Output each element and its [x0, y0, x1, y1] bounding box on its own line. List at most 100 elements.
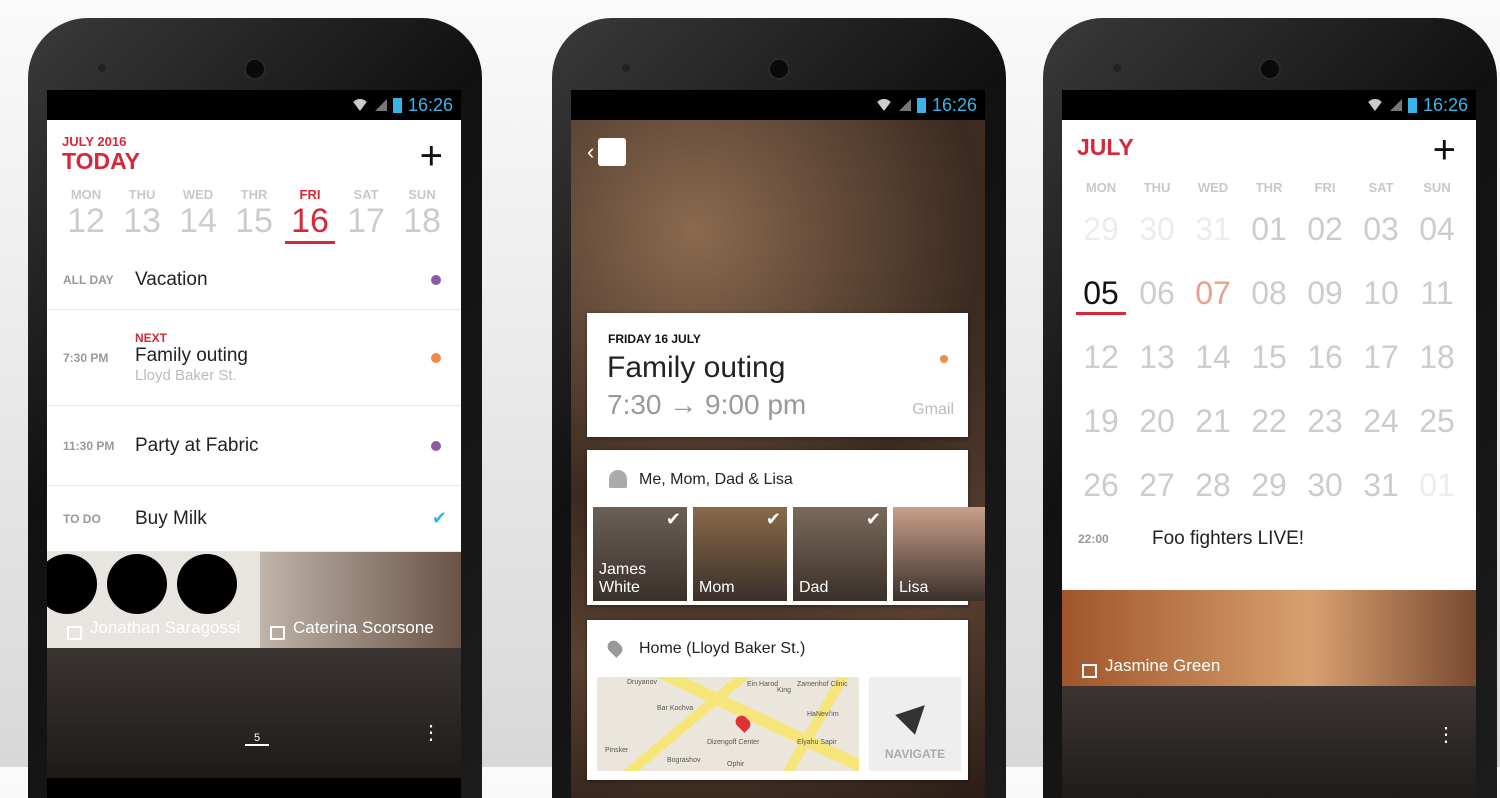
day-cell[interactable]: 15: [1244, 339, 1294, 387]
event-time: 22:00: [1078, 532, 1109, 546]
day-cell[interactable]: 31: [1188, 211, 1238, 259]
header: JULY 2016 TODAY + MON 12 THU 13 WED 14 THR 15 FR…: [47, 120, 461, 250]
weekday-label: FRI: [299, 187, 321, 202]
day-cell[interactable]: 30: [1132, 211, 1182, 259]
day-cell[interactable]: 26: [1076, 467, 1126, 515]
day-cell[interactable]: 25: [1412, 403, 1462, 451]
day-cell[interactable]: 27: [1132, 467, 1182, 515]
day-13[interactable]: THU 13: [117, 187, 167, 244]
birthday-card[interactable]: Jasmine Green: [1062, 590, 1476, 686]
location-label[interactable]: Home (Lloyd Baker St.): [639, 640, 805, 658]
weekday-label: WED: [182, 187, 214, 202]
day-18[interactable]: SUN 18: [397, 187, 447, 244]
date-number: 24: [1363, 403, 1399, 439]
date-number: 10: [1363, 275, 1399, 311]
wifi-icon: [874, 99, 893, 111]
day-14[interactable]: WED 14: [173, 187, 223, 244]
navigate-button[interactable]: NAVIGATE: [869, 677, 961, 771]
add-event-button[interactable]: +: [1433, 130, 1456, 170]
day-cell[interactable]: 07: [1188, 275, 1238, 323]
event-title[interactable]: Foo fighters LIVE!: [1152, 528, 1304, 550]
week-row: 26 27 28 29 30 31 01: [1062, 467, 1476, 515]
attendee-photo[interactable]: ✔ Mom: [693, 507, 787, 601]
attendee-photo[interactable]: ✔ James White: [593, 507, 687, 601]
phone-3: 16:26 JULY + MON THU WED THR FRI SAT SUN 29 30 31…: [1043, 18, 1497, 798]
check-icon[interactable]: ✔: [432, 508, 447, 529]
event-title: Buy Milk: [135, 507, 207, 529]
day-cell[interactable]: 23: [1300, 403, 1350, 451]
calendar-color-dot: [940, 355, 948, 363]
month-grid: MON THU WED THR FRI SAT SUN 29 30 31 01 02 03 04 05 06 0…: [1062, 180, 1476, 515]
weekday-label: FRI: [1314, 180, 1336, 195]
day-cell[interactable]: 12: [1076, 339, 1126, 387]
day-cell[interactable]: 17: [1356, 339, 1406, 387]
day-cell[interactable]: 22: [1244, 403, 1294, 451]
map-label: HaNevi'im: [807, 711, 839, 718]
back-button[interactable]: ‹: [587, 138, 627, 166]
event-time: ALL DAY: [63, 272, 114, 287]
sensor: [622, 64, 630, 72]
weekday-label: SUN: [408, 187, 436, 202]
map[interactable]: Druyanov Pinsker Bar Kochva Dizengoff Cente…: [597, 677, 859, 771]
map-label: Ein Harod: [747, 681, 779, 688]
avatar-dots: [47, 554, 237, 614]
date-number: 14: [1195, 339, 1231, 375]
date-number: 03: [1363, 211, 1399, 247]
day-cell[interactable]: 09: [1300, 275, 1350, 323]
camera: [246, 60, 264, 78]
add-event-button[interactable]: +: [420, 136, 443, 176]
day-cell[interactable]: 10: [1356, 275, 1406, 323]
navigate-label: NAVIGATE: [884, 747, 946, 761]
day-cell[interactable]: 31: [1356, 467, 1406, 515]
day-cell[interactable]: 14: [1188, 339, 1238, 387]
day-cell[interactable]: 21: [1188, 403, 1238, 451]
sensor: [98, 64, 106, 72]
day-cell[interactable]: 24: [1356, 403, 1406, 451]
event-row[interactable]: 7:30 PM NEXT Family outing Lloyd Baker St.: [47, 310, 461, 406]
date-number: 17: [1363, 339, 1399, 375]
day-12[interactable]: MON 12: [61, 187, 111, 244]
day-cell[interactable]: 11: [1412, 275, 1462, 323]
day-cell[interactable]: 01: [1244, 211, 1294, 259]
attendee-photo[interactable]: Lisa: [893, 507, 985, 601]
date-number: 14: [179, 202, 217, 240]
overflow-menu-icon[interactable]: ⋮: [1436, 725, 1456, 745]
birthday-strip: Jonathan Saragossi Caterina Scorsone: [47, 552, 461, 648]
overflow-menu-icon[interactable]: ⋮: [421, 723, 441, 743]
date-number: 29: [1083, 211, 1119, 247]
signal-icon: [898, 99, 911, 111]
day-cell[interactable]: 29: [1244, 467, 1294, 515]
inbox-icon[interactable]: 5: [245, 732, 269, 746]
day-cell[interactable]: 05: [1076, 275, 1126, 323]
day-cell[interactable]: 16: [1300, 339, 1350, 387]
wifi-icon: [350, 99, 369, 111]
day-cell[interactable]: 13: [1132, 339, 1182, 387]
attendee-photo[interactable]: ✔ Dad: [793, 507, 887, 601]
day-cell[interactable]: 20: [1132, 403, 1182, 451]
day-cell[interactable]: 28: [1188, 467, 1238, 515]
day-17[interactable]: SAT 17: [341, 187, 391, 244]
day-cell[interactable]: 29: [1076, 211, 1126, 259]
day-cell[interactable]: 01: [1412, 467, 1462, 515]
day-cell[interactable]: 02: [1300, 211, 1350, 259]
event-title: Party at Fabric: [135, 434, 259, 456]
birthday-card[interactable]: Jonathan Saragossi: [47, 552, 260, 648]
event-row[interactable]: TO DO Buy Milk ✔: [47, 486, 461, 552]
date-number: 19: [1083, 403, 1119, 439]
day-cell[interactable]: 19: [1076, 403, 1126, 451]
day-cell[interactable]: 18: [1412, 339, 1462, 387]
day-15[interactable]: THR 15: [229, 187, 279, 244]
map-label: Pinsker: [605, 747, 629, 754]
day-cell[interactable]: 04: [1412, 211, 1462, 259]
day-cell[interactable]: 30: [1300, 467, 1350, 515]
event-row[interactable]: ALL DAY Vacation: [47, 250, 461, 310]
day-cell[interactable]: 03: [1356, 211, 1406, 259]
date-number: 16: [285, 202, 335, 244]
event-row[interactable]: 11:30 PM Party at Fabric: [47, 406, 461, 486]
day-cell[interactable]: 08: [1244, 275, 1294, 323]
date-number: 18: [403, 202, 441, 240]
birthday-card[interactable]: Caterina Scorsone: [260, 552, 461, 648]
day-cell[interactable]: 06: [1132, 275, 1182, 323]
date-number: 12: [67, 202, 105, 240]
day-16[interactable]: FRI 16: [285, 187, 335, 244]
